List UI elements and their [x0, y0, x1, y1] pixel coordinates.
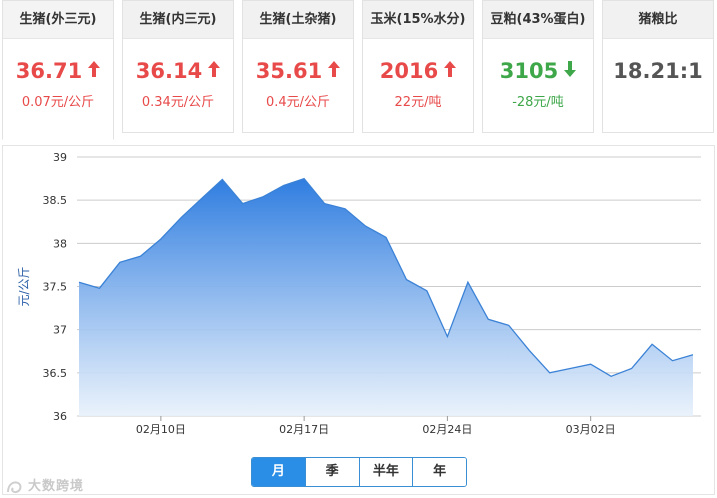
card-price: 3105 [483, 58, 593, 84]
y-axis-label: 元/公斤 [17, 266, 31, 306]
card-title: 豆粕(43%蛋白) [483, 1, 593, 39]
card-change: 0.4元/公斤 [265, 95, 331, 110]
card-change: -28元/吨 [512, 95, 564, 110]
y-tick-label: 38.5 [43, 194, 68, 207]
x-tick-label: 02月10日 [136, 423, 186, 436]
arrow-up-icon [208, 58, 221, 77]
y-tick-label: 37 [53, 324, 67, 337]
y-tick-label: 37.5 [43, 281, 68, 294]
card-price: 18.21:1 [603, 58, 713, 84]
card-corn[interactable]: 玉米(15%水分) 2016 22元/吨 [362, 0, 474, 133]
range-month-button[interactable]: 月 [252, 458, 305, 486]
card-title: 玉米(15%水分) [363, 1, 473, 39]
card-title: 生猪(内三元) [123, 1, 233, 39]
y-tick-label: 39 [53, 151, 67, 164]
price-value: 18.21:1 [613, 59, 703, 83]
card-price: 36.71 [3, 58, 113, 84]
price-value: 2016 [379, 59, 439, 83]
card-pig-local[interactable]: 生猪(土杂猪) 35.61 0.4元/公斤 [242, 0, 354, 133]
range-year-button[interactable]: 年 [412, 458, 466, 486]
price-value: 36.14 [135, 59, 203, 83]
y-tick-label: 36 [53, 410, 67, 423]
area-fill [79, 178, 693, 416]
card-title: 生猪(外三元) [3, 1, 113, 39]
price-value: 3105 [499, 59, 559, 83]
card-price: 36.14 [123, 58, 233, 84]
y-tick-label: 36.5 [43, 367, 68, 380]
arrow-up-icon [88, 58, 101, 77]
price-cards: 生猪(外三元) 36.71 0.07元/公斤 生猪(内三元) 36.14 0.3… [0, 0, 717, 140]
arrow-up-icon [328, 58, 341, 77]
card-change: 0.07元/公斤 [21, 95, 95, 110]
x-tick-label: 02月17日 [279, 423, 329, 436]
range-selector: 月 季 半年 年 [251, 457, 467, 487]
y-tick-label: 38 [53, 237, 67, 250]
card-pig-grain-ratio[interactable]: 猪粮比 18.21:1 [602, 0, 714, 133]
card-soymeal[interactable]: 豆粕(43%蛋白) 3105 -28元/吨 [482, 0, 594, 133]
card-pig-outer[interactable]: 生猪(外三元) 36.71 0.07元/公斤 [2, 0, 114, 140]
card-title: 生猪(土杂猪) [243, 1, 353, 39]
arrow-down-icon [564, 58, 577, 77]
x-tick-label: 02月24日 [422, 423, 472, 436]
price-chart: 36 36.5 37 37.5 38 38.5 39 02月10日 02月17日 02月24日 03… [17, 151, 701, 436]
card-change: 0.34元/公斤 [141, 95, 215, 110]
card-price: 2016 [363, 58, 473, 84]
chart-panel: 36 36.5 37 37.5 38 38.5 39 02月10日 02月17日 02月24日 03… [2, 145, 715, 495]
price-value: 36.71 [15, 59, 83, 83]
card-title: 猪粮比 [603, 1, 713, 39]
x-tick-label: 03月02日 [566, 423, 616, 436]
price-value: 35.61 [255, 59, 323, 83]
card-price: 35.61 [243, 58, 353, 84]
watermark-text: 大数跨境 [28, 479, 85, 494]
watermark: 大数跨境 [6, 475, 84, 494]
range-quarter-button[interactable]: 季 [304, 458, 359, 486]
card-change: 22元/吨 [394, 95, 442, 110]
arrow-up-icon [444, 58, 457, 77]
range-halfyear-button[interactable]: 半年 [358, 458, 413, 486]
card-pig-inner[interactable]: 生猪(内三元) 36.14 0.34元/公斤 [122, 0, 234, 133]
watermark-logo-icon [6, 480, 24, 494]
